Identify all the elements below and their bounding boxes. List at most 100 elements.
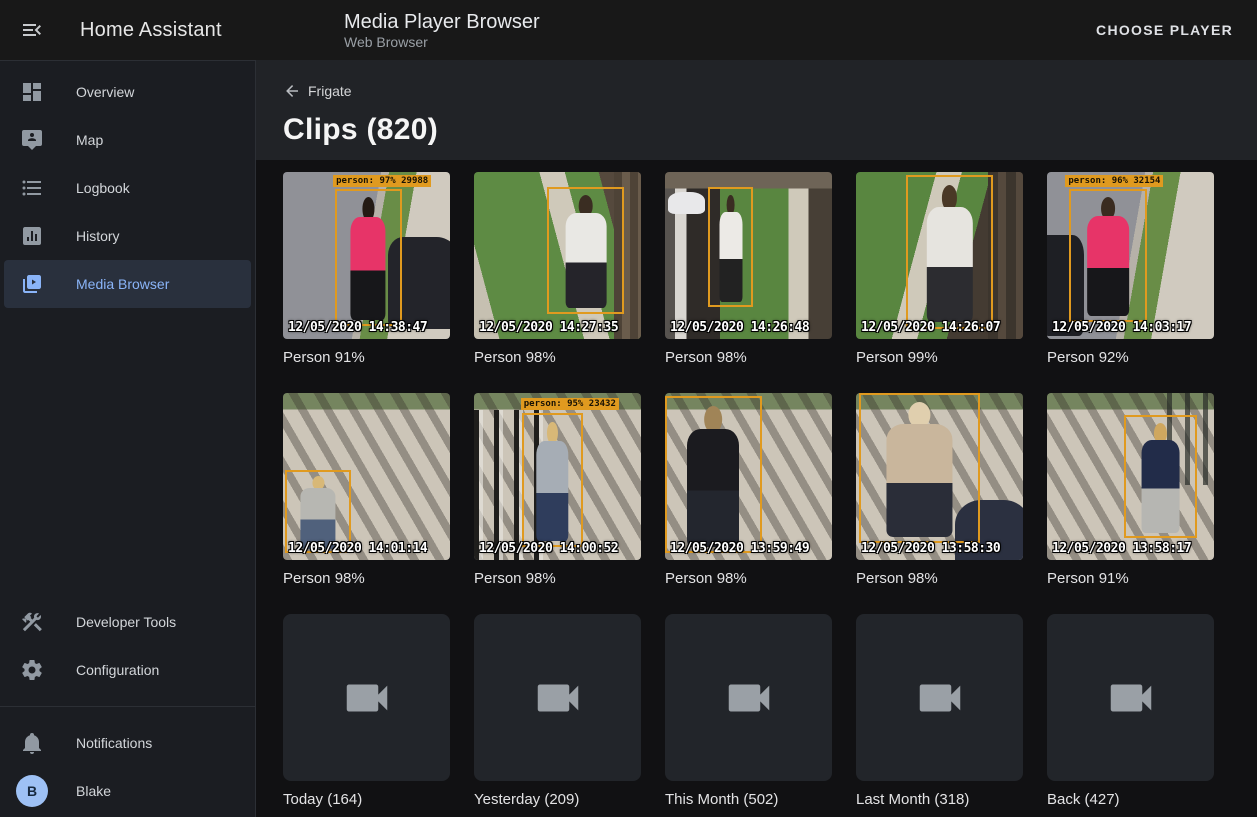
folder-thumbnail[interactable]: [856, 614, 1023, 781]
sidebar-item-label: Media Browser: [76, 276, 169, 292]
clip-card[interactable]: 12/05/2020 13:58:17 Person 91%: [1047, 393, 1214, 614]
folder-thumbnail[interactable]: [474, 614, 641, 781]
sidebar-item-developer-tools[interactable]: Developer Tools: [4, 598, 251, 646]
sidebar-item-notifications[interactable]: Notifications: [4, 719, 251, 767]
person-figure: [926, 185, 972, 323]
clip-card[interactable]: 12/05/2020 14:26:48 Person 98%: [665, 172, 832, 393]
sidebar: Overview Map Logbook History Media Brows…: [0, 60, 256, 817]
video-camera-icon: [531, 671, 585, 725]
clip-thumbnail[interactable]: person: 96% 32154 12/05/2020 14:03:17: [1047, 172, 1214, 339]
hammer-icon: [20, 610, 44, 634]
clip-card[interactable]: person: 97% 29988 12/05/2020 14:38:47 Pe…: [283, 172, 450, 393]
clip-timestamp: 12/05/2020 14:01:14: [288, 541, 427, 556]
person-figure: [719, 195, 742, 302]
clip-caption: Person 98%: [474, 349, 641, 369]
clip-card[interactable]: 12/05/2020 14:27:35 Person 98%: [474, 172, 641, 393]
clip-caption: Person 98%: [665, 570, 832, 590]
clip-timestamp: 12/05/2020 14:26:48: [670, 320, 809, 335]
clip-caption: Person 92%: [1047, 349, 1214, 369]
clip-card[interactable]: 12/05/2020 14:26:07 Person 99%: [856, 172, 1023, 393]
sidebar-item-media-browser[interactable]: Media Browser: [4, 260, 251, 308]
folder-card-last-month-318[interactable]: Last Month (318): [856, 614, 1023, 817]
folder-card-today-164[interactable]: Today (164): [283, 614, 450, 817]
detection-bbox: [708, 187, 753, 307]
clip-thumbnail[interactable]: person: 95% 23432 12/05/2020 14:00:52: [474, 393, 641, 560]
app-title: Home Assistant: [80, 19, 222, 42]
detection-bbox: [906, 175, 993, 329]
clip-card[interactable]: 12/05/2020 13:58:30 Person 98%: [856, 393, 1023, 614]
person-figure: [537, 422, 568, 541]
folder-card-yesterday-209[interactable]: Yesterday (209): [474, 614, 641, 817]
user-avatar: B: [16, 775, 48, 807]
detection-bbox: [1124, 415, 1197, 539]
detection-bbox: [1069, 189, 1147, 323]
bell-icon: [20, 731, 44, 755]
breadcrumb-label: Frigate: [308, 83, 352, 99]
sidebar-item-label: Logbook: [76, 180, 130, 196]
tooltip-account-icon: [20, 128, 44, 152]
sidebar-item-history[interactable]: History: [4, 212, 251, 260]
view-dashboard-icon: [20, 80, 44, 104]
arrow-left-icon: [283, 82, 301, 100]
content-header: Frigate Clips (820): [256, 60, 1257, 160]
sidebar-item-logbook[interactable]: Logbook: [4, 164, 251, 212]
person-figure: [1087, 197, 1129, 316]
clip-thumbnail[interactable]: 12/05/2020 14:27:35: [474, 172, 641, 339]
sidebar-item-label: Overview: [76, 84, 134, 100]
folder-card-back-427[interactable]: Back (427): [1047, 614, 1214, 817]
folder-card-this-month-502[interactable]: This Month (502): [665, 614, 832, 817]
video-camera-icon: [913, 671, 967, 725]
clip-card[interactable]: 12/05/2020 13:59:49 Person 98%: [665, 393, 832, 614]
sidebar-item-label: Developer Tools: [76, 614, 176, 630]
app-bar-main: Media Player Browser Web Browser CHOOSE …: [256, 0, 1257, 60]
sidebar-toggle-button[interactable]: [20, 18, 44, 42]
sidebar-item-label: Notifications: [76, 735, 152, 751]
folder-caption: Yesterday (209): [474, 791, 641, 811]
clip-timestamp: 12/05/2020 14:00:52: [479, 541, 618, 556]
folder-caption: Last Month (318): [856, 791, 1023, 811]
folder-thumbnail[interactable]: [665, 614, 832, 781]
clip-thumbnail[interactable]: 12/05/2020 14:26:48: [665, 172, 832, 339]
user-name: Blake: [76, 783, 111, 799]
clip-caption: Person 91%: [1047, 570, 1214, 590]
detection-bbox: [665, 396, 762, 553]
clip-timestamp: 12/05/2020 14:27:35: [479, 320, 618, 335]
video-camera-icon: [722, 671, 776, 725]
detection-bbox: [547, 187, 624, 314]
clips-grid: person: 97% 29988 12/05/2020 14:38:47 Pe…: [256, 160, 1257, 817]
sidebar-spacer: [0, 308, 255, 598]
sidebar-item-user[interactable]: B Blake: [4, 767, 251, 815]
clip-card[interactable]: person: 95% 23432 12/05/2020 14:00:52 Pe…: [474, 393, 641, 614]
clip-thumbnail[interactable]: 12/05/2020 13:58:30: [856, 393, 1023, 560]
clip-thumbnail[interactable]: 12/05/2020 13:59:49: [665, 393, 832, 560]
video-camera-icon: [340, 671, 394, 725]
clip-caption: Person 98%: [665, 349, 832, 369]
folder-thumbnail[interactable]: [1047, 614, 1214, 781]
clip-timestamp: 12/05/2020 14:38:47: [288, 320, 427, 335]
clip-card[interactable]: person: 96% 32154 12/05/2020 14:03:17 Pe…: [1047, 172, 1214, 393]
clip-card[interactable]: 12/05/2020 14:01:14 Person 98%: [283, 393, 450, 614]
sidebar-item-map[interactable]: Map: [4, 116, 251, 164]
clips-title: Clips (820): [283, 113, 1257, 147]
clip-thumbnail[interactable]: 12/05/2020 14:01:14: [283, 393, 450, 560]
clip-thumbnail[interactable]: 12/05/2020 13:58:17: [1047, 393, 1214, 560]
clip-caption: Person 98%: [856, 570, 1023, 590]
scene-prop: [668, 192, 705, 214]
sidebar-item-overview[interactable]: Overview: [4, 68, 251, 116]
sidebar-item-label: History: [76, 228, 120, 244]
page-titles: Media Player Browser Web Browser: [344, 10, 540, 51]
app-bar-left: Home Assistant: [0, 0, 256, 60]
clip-caption: Person 91%: [283, 349, 450, 369]
choose-player-button[interactable]: CHOOSE PLAYER: [1088, 14, 1241, 46]
page-subtitle: Web Browser: [344, 34, 540, 51]
clip-caption: Person 98%: [283, 570, 450, 590]
detection-label: person: 95% 23432: [521, 398, 619, 410]
clip-thumbnail[interactable]: 12/05/2020 14:26:07: [856, 172, 1023, 339]
detection-bbox: [859, 393, 979, 543]
folder-thumbnail[interactable]: [283, 614, 450, 781]
detection-label: person: 97% 29988: [333, 175, 431, 187]
breadcrumb-back-button[interactable]: Frigate: [283, 82, 352, 100]
clip-timestamp: 12/05/2020 14:26:07: [861, 320, 1000, 335]
clip-thumbnail[interactable]: person: 97% 29988 12/05/2020 14:38:47: [283, 172, 450, 339]
sidebar-item-configuration[interactable]: Configuration: [4, 646, 251, 694]
